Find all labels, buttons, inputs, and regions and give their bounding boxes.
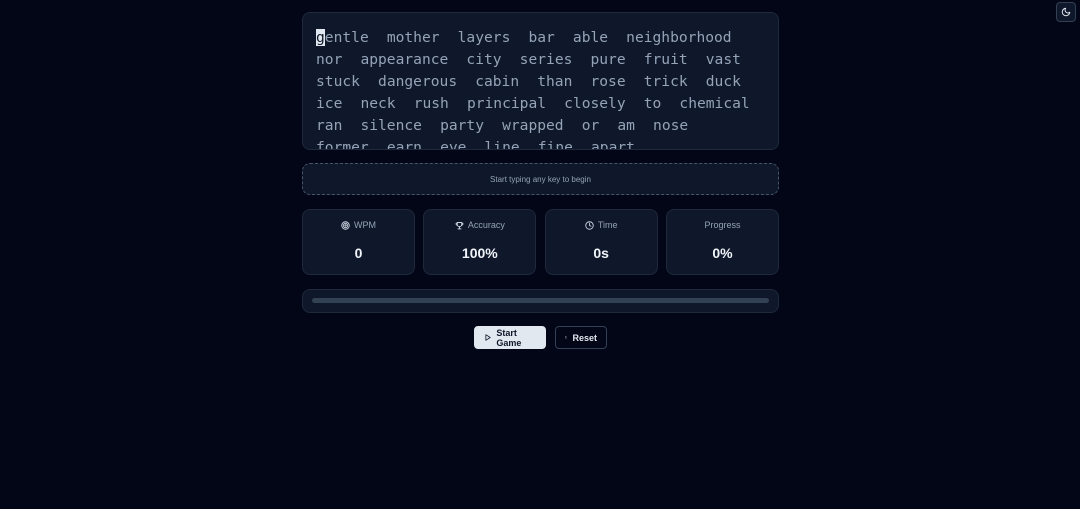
reset-icon [565,336,568,339]
start-game-label: Start Game [496,327,522,348]
progress-bar-container [302,289,779,313]
reset-button[interactable]: Reset [555,326,607,349]
stat-label: Progress [704,220,741,230]
text-word: neck [360,95,396,112]
text-word-rest: entle [324,29,369,46]
text-word: ran [316,117,343,134]
moon-icon [1061,7,1071,17]
text-word: ice [316,95,343,112]
text-word: rose [590,73,626,90]
stat-value: 0s [593,245,609,261]
text-word: stuck [316,73,360,90]
stat-accuracy: Accuracy 100% [423,209,537,275]
target-icon [341,220,350,230]
text-word: line [484,139,520,150]
typing-input-area[interactable]: Start typing any key to begin [302,163,779,195]
text-word: city [466,51,502,68]
text-word: am [617,117,635,134]
stat-progress: Progress 0% [665,209,779,275]
text-word: dangerous [378,73,458,90]
stat-value: 100% [461,245,498,261]
text-word: party [440,117,484,134]
typing-cursor: g [316,29,325,46]
stat-value: 0 [354,245,363,261]
text-word: former [316,139,369,150]
text-word: nose [653,117,689,134]
text-word: neighborhood [626,29,732,46]
clock-icon [585,220,594,230]
text-word: fruit [643,51,688,68]
text-word: or [581,117,600,134]
typing-text-display: gentle mother layers bar able neighborho… [302,12,779,150]
text-word: silence [360,117,422,134]
text-word: closely [564,95,626,112]
text-word: pure [590,51,626,68]
text-word: wrapped [502,117,564,134]
text-word: nor [316,51,343,68]
theme-toggle-button[interactable] [1056,2,1076,22]
text-word: earn [386,139,422,150]
text-word: eye [440,139,467,150]
text-word: rush [413,95,449,112]
stat-time: Time 0s [544,209,658,275]
reset-label: Reset [572,332,597,343]
text-word: chemical [679,95,750,112]
typing-game: gentle mother layers bar able neighborho… [302,12,779,349]
text-word: principal [466,95,547,112]
controls: Start Game Reset [302,326,779,349]
stat-label: Accuracy [467,220,505,230]
stat-wpm: WPM 0 [302,209,415,275]
text-word: trick [643,73,688,90]
text-word: mother [386,29,440,46]
text-word: fine [537,139,573,150]
input-prompt: Start typing any key to begin [490,174,591,184]
start-game-button[interactable]: Start Game [474,326,546,349]
stat-label: WPM [354,220,376,230]
text-word: than [537,73,573,90]
text-word: appearance [360,51,449,68]
stat-value: 0% [712,245,733,261]
text-word: layers [457,29,511,46]
text-word: bar [528,29,555,46]
trophy-icon [455,221,464,229]
text-word: apart [591,139,635,150]
text-word: able [572,29,609,46]
stats-row: WPM 0 Accuracy 100% Time 0s Progress 0% [302,209,779,275]
text-word: to [643,95,662,112]
stat-label: Time [597,220,618,230]
text-word: series [519,51,573,68]
progress-track [312,298,769,303]
text-word: vast [705,51,741,68]
text-word: cabin [475,73,520,90]
text-word: duck [705,73,741,90]
play-icon [485,334,491,341]
text-word: gentle [316,29,369,46]
